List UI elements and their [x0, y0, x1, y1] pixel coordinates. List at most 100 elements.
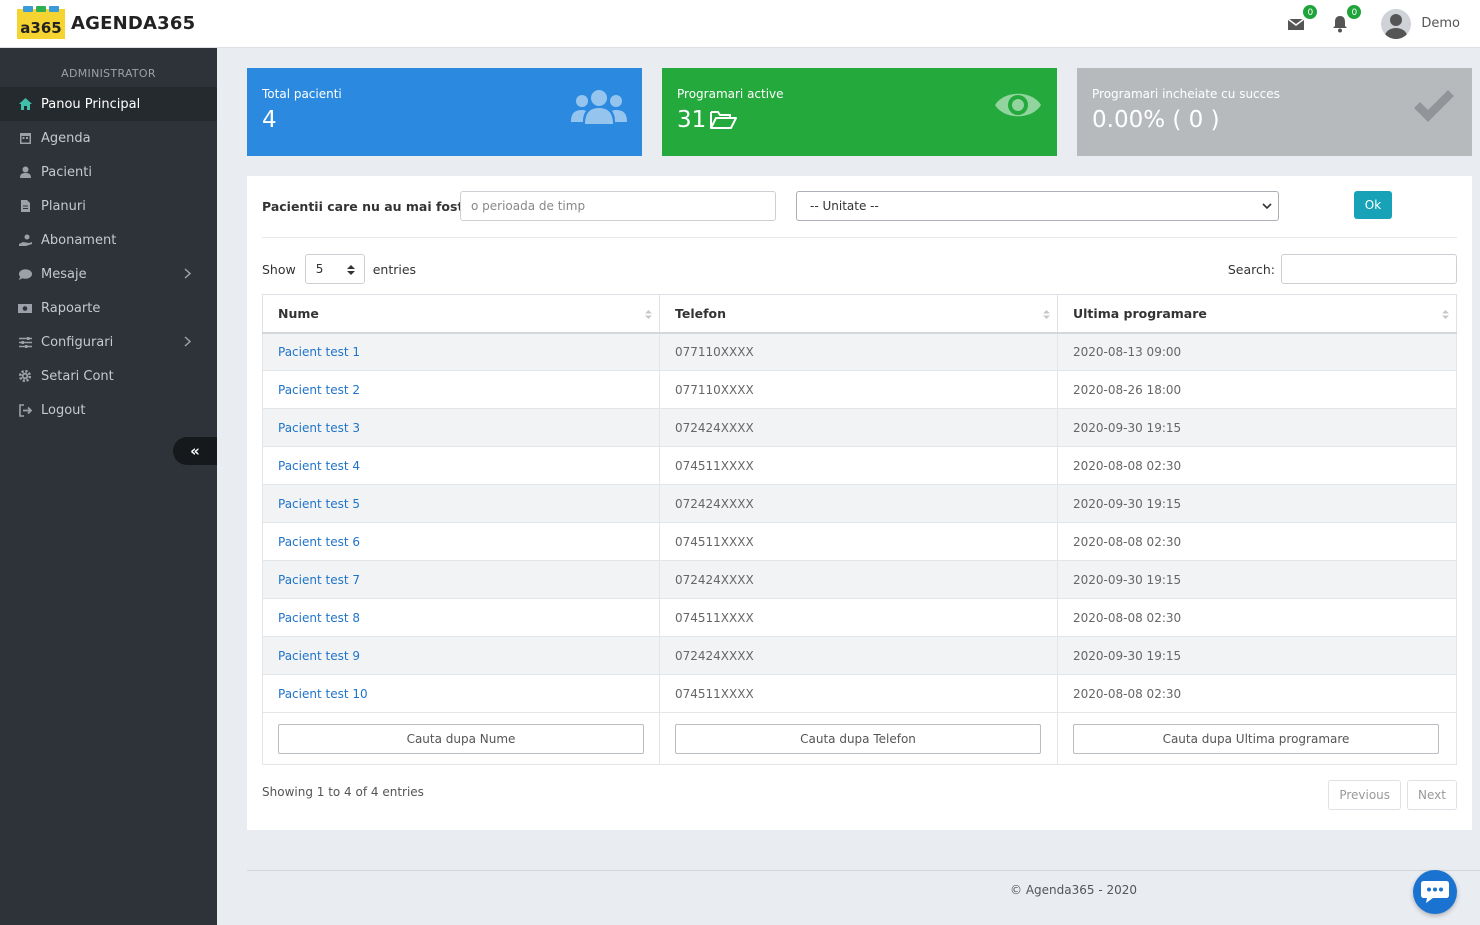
column-header-telefon[interactable]: Telefon [659, 294, 1058, 334]
messages-button[interactable]: 0 [1285, 3, 1319, 35]
sidebar-item-setari-cont[interactable]: Setari Cont [0, 359, 217, 393]
sidebar-item-abonament[interactable]: Abonament [0, 223, 217, 257]
cell-phone: 074511XXXX [659, 674, 1058, 713]
table-footer-search-row: Cauta dupa Nume Cauta dupa Telefon Cauta… [262, 712, 1457, 765]
search-by-phone-input[interactable]: Cauta dupa Telefon [675, 723, 1041, 754]
patient-link[interactable]: Pacient test 5 [278, 497, 360, 511]
sidebar-item-label: Pacienti [41, 164, 92, 180]
table-info: Showing 1 to 4 of 4 entries [262, 785, 424, 799]
column-header-nume[interactable]: Nume [262, 294, 660, 334]
patient-link[interactable]: Pacient test 1 [278, 345, 360, 359]
sidebar-item-pacienti[interactable]: Pacienti [0, 155, 217, 189]
cell-phone: 072424XXXX [659, 484, 1058, 523]
page-length-select[interactable]: 5 [304, 254, 365, 284]
patient-link[interactable]: Pacient test 6 [278, 535, 360, 549]
footer-divider [247, 870, 1480, 871]
users-icon [571, 88, 627, 132]
user-avatar[interactable] [1381, 8, 1412, 39]
sidebar-item-rapoarte[interactable]: Rapoarte [0, 291, 217, 325]
patient-link[interactable]: Pacient test 7 [278, 573, 360, 587]
table-row: Pacient test 10 074511XXXX 2020-08-08 02:3… [262, 674, 1457, 713]
patient-link[interactable]: Pacient test 8 [278, 611, 360, 625]
patient-link[interactable]: Pacient test 4 [278, 459, 360, 473]
cell-last-appointment: 2020-09-30 19:15 [1057, 484, 1457, 523]
stat-card-label: Programari active [677, 87, 784, 101]
money-icon [17, 300, 33, 316]
cell-phone: 074511XXXX [659, 522, 1058, 561]
table-row: Pacient test 6 074511XXXX 2020-08-08 02:30 [262, 522, 1457, 561]
sidebar-collapse-button[interactable]: « [173, 437, 217, 465]
sidebar-item-label: Setari Cont [41, 368, 114, 384]
stat-value-text: 4 [262, 107, 277, 133]
footer-cell: Cauta dupa Ultima programare [1057, 712, 1457, 765]
sidebar-item-panou-principal[interactable]: Panou Principal [0, 87, 217, 121]
sidebar-item-configurari[interactable]: Configurari [0, 325, 217, 359]
period-input[interactable]: o perioada de timp [460, 191, 776, 221]
sidebar-item-label: Planuri [41, 198, 86, 214]
search-by-name-input[interactable]: Cauta dupa Nume [278, 723, 644, 754]
sidebar-item-label: Agenda [41, 130, 91, 146]
ok-button[interactable]: Ok [1354, 191, 1392, 219]
search-by-last-appointment-input[interactable]: Cauta dupa Ultima programare [1073, 723, 1439, 754]
patients-table: Nume Telefon Ultima programare Pacient t… [262, 294, 1457, 765]
unit-select[interactable]: -- Unitate -- [796, 191, 1279, 221]
search-input[interactable] [1281, 254, 1457, 284]
patient-link[interactable]: Pacient test 10 [278, 687, 368, 701]
chevron-right-icon [184, 336, 192, 351]
cell-last-appointment: 2020-08-08 02:30 [1057, 598, 1457, 637]
patient-link[interactable]: Pacient test 9 [278, 649, 360, 663]
cell-name: Pacient test 7 [262, 560, 660, 599]
sidebar-item-label: Rapoarte [41, 300, 101, 316]
cell-last-appointment: 2020-08-08 02:30 [1057, 446, 1457, 485]
inactive-patients-panel: Pacientii care nu au mai fost de : o per… [247, 176, 1472, 830]
table-row: Pacient test 7 072424XXXX 2020-09-30 19:15 [262, 560, 1457, 599]
sidebar-item-logout[interactable]: Logout [0, 393, 217, 427]
cell-phone: 077110XXXX [659, 332, 1058, 371]
sidebar-item-planuri[interactable]: Planuri [0, 189, 217, 223]
next-button[interactable]: Next [1407, 780, 1457, 810]
page-length-value: 5 [315, 262, 324, 276]
cell-name: Pacient test 8 [262, 598, 660, 637]
cell-last-appointment: 2020-09-30 19:15 [1057, 408, 1457, 447]
eye-icon [994, 88, 1042, 126]
notifications-button[interactable]: 0 [1329, 3, 1363, 35]
column-header-ultima-programare[interactable]: Ultima programare [1057, 294, 1457, 334]
patient-link[interactable]: Pacient test 2 [278, 383, 360, 397]
cell-last-appointment: 2020-09-30 19:15 [1057, 636, 1457, 675]
sidebar-item-label: Configurari [41, 334, 114, 350]
pagination: Previous Next [1322, 780, 1457, 810]
sidebar-item-mesaje[interactable]: Mesaje [0, 257, 217, 291]
footer-cell: Cauta dupa Nume [262, 712, 660, 765]
hand-holding-icon [17, 232, 33, 248]
sidebar-item-label: Mesaje [41, 266, 87, 282]
cell-phone: 072424XXXX [659, 636, 1058, 675]
sort-arrows-icon [346, 264, 355, 279]
chevron-down-icon [1262, 200, 1272, 215]
cell-phone: 077110XXXX [659, 370, 1058, 409]
sort-icon [1442, 308, 1449, 323]
cell-name: Pacient test 2 [262, 370, 660, 409]
cell-last-appointment: 2020-09-30 19:15 [1057, 560, 1457, 599]
table-search: Search: [1228, 254, 1457, 284]
top-navbar: a365 AGENDA365 0 0 Demo [0, 0, 1480, 48]
divider [262, 237, 1457, 238]
previous-button[interactable]: Previous [1328, 780, 1402, 810]
cell-name: Pacient test 3 [262, 408, 660, 447]
user-name[interactable]: Demo [1421, 16, 1460, 31]
cell-last-appointment: 2020-08-08 02:30 [1057, 522, 1457, 561]
patient-link[interactable]: Pacient test 3 [278, 421, 360, 435]
column-header-label: Ultima programare [1073, 305, 1207, 321]
table-row: Pacient test 2 077110XXXX 2020-08-26 18:00 [262, 370, 1457, 409]
sidebar-section-title: ADMINISTRATOR [61, 67, 156, 80]
cell-name: Pacient test 6 [262, 522, 660, 561]
page-length-control: Show 5 entries [262, 254, 416, 284]
logo-badge: a365 [17, 5, 65, 39]
sidebar-item-agenda[interactable]: Agenda [0, 121, 217, 155]
sidebar-item-label: Abonament [41, 232, 117, 248]
brand-logo[interactable]: a365 AGENDA365 [17, 5, 195, 39]
search-label: Search: [1227, 261, 1275, 277]
table-row: Pacient test 9 072424XXXX 2020-09-30 19:15 [262, 636, 1457, 675]
chat-widget-button[interactable] [1413, 870, 1457, 914]
stat-card-value: 31 [677, 107, 1042, 133]
stat-card-total-pacienti: Total pacienti 4 [247, 68, 642, 156]
